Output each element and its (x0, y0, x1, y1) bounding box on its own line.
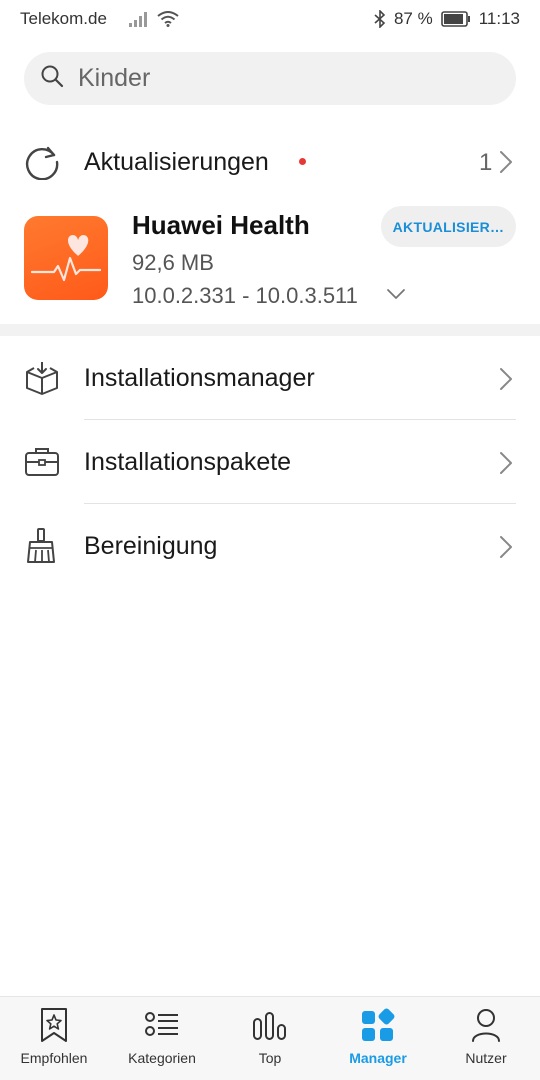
nav-label: Manager (349, 1050, 407, 1066)
nav-item-manager[interactable]: Manager (324, 997, 432, 1080)
app-manager-screen: Telekom.de 87 % 11:13 Kinder Aktualisier… (0, 0, 540, 1080)
menu-item-label: Installationspakete (84, 448, 292, 476)
app-name: Huawei Health (132, 210, 310, 240)
nav-item-top[interactable]: Top (216, 997, 324, 1080)
install-box-icon (24, 360, 60, 401)
nav-item-kategorien[interactable]: Kategorien (108, 997, 216, 1080)
list-icon (144, 1007, 180, 1048)
updates-count: 1 (479, 149, 493, 176)
updates-row[interactable]: Aktualisierungen 1 (0, 130, 540, 194)
chevron-right-icon (498, 150, 514, 179)
new-update-dot (299, 158, 306, 165)
nav-item-empfohlen[interactable]: Empfohlen (0, 997, 108, 1080)
bookmark-star-icon (38, 1007, 70, 1048)
menu-item-installationsmanager[interactable]: Installationsmanager (0, 336, 540, 420)
briefcase-icon (24, 444, 60, 485)
clock: 11:13 (478, 9, 520, 28)
section-divider (0, 324, 540, 336)
wifi-icon (157, 11, 179, 27)
chevron-right-icon (498, 451, 514, 480)
refresh-icon (24, 144, 60, 185)
app-version: 10.0.2.331 - 10.0.3.511 (132, 283, 358, 308)
chevron-right-icon (498, 367, 514, 396)
user-icon (470, 1007, 502, 1048)
menu-item-label: Bereinigung (84, 532, 218, 560)
search-bar[interactable] (24, 52, 516, 105)
broom-icon (24, 528, 60, 569)
apps-grid-icon (360, 1007, 396, 1048)
chevron-right-icon (498, 535, 514, 564)
menu-item-label: Installationsmanager (84, 364, 315, 392)
updates-title: Aktualisierungen (84, 148, 269, 176)
menu-item-bereinigung[interactable]: Bereinigung (0, 504, 540, 588)
bottom-nav: Empfohlen Kategorien Top Manager Nutzer (0, 996, 540, 1080)
app-update-item[interactable]: Huawei Health 92,6 MB 10.0.2.331 - 10.0.… (0, 200, 540, 320)
app-size: 92,6 MB (132, 250, 214, 275)
battery-percent: 87 % (393, 9, 433, 28)
chevron-down-icon[interactable] (386, 287, 406, 306)
signal-icon (128, 11, 149, 27)
heart-pulse-icon (24, 216, 108, 300)
nav-label: Top (258, 1050, 282, 1066)
search-input[interactable] (76, 63, 480, 94)
nav-label: Empfohlen (20, 1050, 88, 1066)
nav-item-nutzer[interactable]: Nutzer (432, 997, 540, 1080)
bar-chart-icon (252, 1007, 288, 1048)
battery-icon (440, 11, 471, 27)
status-bar: Telekom.de 87 % 11:13 (0, 0, 540, 38)
update-button[interactable]: AKTUALISIER… (381, 206, 516, 247)
manager-menu: Installationsmanager Installationspakete (0, 336, 540, 588)
nav-label: Kategorien (128, 1050, 196, 1066)
search-icon (40, 64, 64, 93)
carrier-label: Telekom.de (20, 9, 107, 28)
menu-item-installationspakete[interactable]: Installationspakete (0, 420, 540, 504)
bluetooth-icon (374, 10, 386, 28)
nav-label: Nutzer (465, 1050, 507, 1066)
